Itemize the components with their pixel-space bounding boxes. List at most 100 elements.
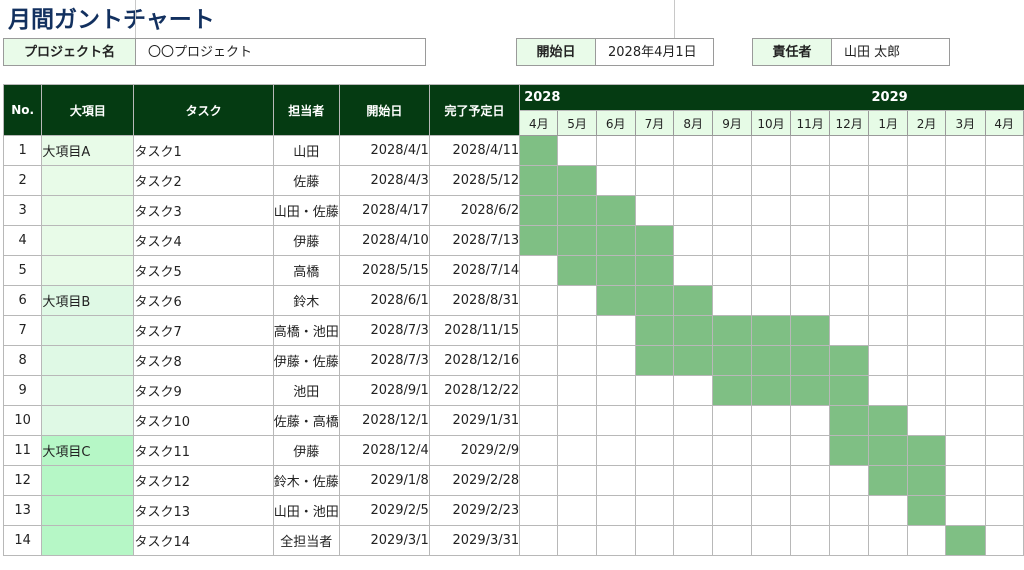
gantt-bar-cell[interactable] — [750, 375, 792, 406]
gantt-cell[interactable] — [673, 195, 714, 226]
gantt-cell[interactable] — [945, 225, 986, 256]
gantt-cell[interactable] — [945, 495, 986, 526]
gantt-bar-cell[interactable] — [557, 255, 597, 286]
task-row[interactable]: 14 タスク14 全担当者 2029/3/1 2029/3/31 — [2, 525, 1024, 556]
row-assignee[interactable]: 伊藤 — [272, 435, 340, 466]
gantt-cell[interactable] — [634, 465, 675, 496]
gantt-bar-cell[interactable] — [519, 135, 559, 166]
gantt-cell[interactable] — [790, 435, 830, 466]
gantt-cell[interactable] — [557, 465, 597, 496]
row-category[interactable] — [41, 495, 135, 526]
gantt-bar-cell[interactable] — [828, 345, 870, 376]
task-row[interactable]: 4 タスク4 伊藤 2028/4/10 2028/7/13 — [2, 225, 1024, 256]
gantt-cell[interactable] — [595, 315, 636, 346]
gantt-bar-cell[interactable] — [519, 195, 559, 226]
row-task[interactable]: タスク8 — [133, 345, 274, 376]
gantt-cell[interactable] — [673, 465, 714, 496]
gantt-cell[interactable] — [945, 255, 986, 286]
row-no[interactable]: 5 — [2, 255, 43, 286]
row-category[interactable] — [41, 375, 135, 406]
gantt-cell[interactable] — [557, 495, 597, 526]
gantt-cell[interactable] — [712, 225, 752, 256]
gantt-cell[interactable] — [828, 285, 870, 316]
gantt-bar-cell[interactable] — [790, 315, 830, 346]
gantt-cell[interactable] — [712, 255, 752, 286]
row-no[interactable]: 2 — [2, 165, 43, 196]
row-task[interactable]: タスク2 — [133, 165, 274, 196]
gantt-cell[interactable] — [750, 405, 792, 436]
gantt-cell[interactable] — [712, 495, 752, 526]
gantt-cell[interactable] — [750, 255, 792, 286]
gantt-cell[interactable] — [595, 525, 636, 556]
gantt-cell[interactable] — [906, 165, 947, 196]
gantt-cell[interactable] — [984, 375, 1024, 406]
gantt-cell[interactable] — [906, 345, 947, 376]
row-no[interactable]: 10 — [2, 405, 43, 436]
gantt-cell[interactable] — [868, 255, 908, 286]
gantt-bar-cell[interactable] — [750, 345, 792, 376]
row-start-date[interactable]: 2028/4/10 — [338, 225, 430, 256]
gantt-cell[interactable] — [868, 225, 908, 256]
gantt-bar-cell[interactable] — [712, 345, 752, 376]
task-row[interactable]: 8 タスク8 伊藤・佐藤 2028/7/3 2028/12/16 — [2, 345, 1024, 376]
row-category[interactable] — [41, 225, 135, 256]
row-start-date[interactable]: 2028/5/15 — [338, 255, 430, 286]
row-no[interactable]: 6 — [2, 285, 43, 316]
row-category[interactable] — [41, 255, 135, 286]
gantt-cell[interactable] — [984, 135, 1024, 166]
row-assignee[interactable]: 高橋・池田 — [272, 315, 340, 346]
row-category[interactable] — [41, 525, 135, 556]
task-row[interactable]: 1 大項目A タスク1 山田 2028/4/1 2028/4/11 — [2, 135, 1024, 166]
gantt-cell[interactable] — [906, 135, 947, 166]
gantt-bar-cell[interactable] — [906, 465, 947, 496]
gantt-cell[interactable] — [828, 255, 870, 286]
task-row[interactable]: 5 タスク5 高橋 2028/5/15 2028/7/14 — [2, 255, 1024, 286]
gantt-cell[interactable] — [868, 345, 908, 376]
gantt-cell[interactable] — [750, 435, 792, 466]
row-assignee[interactable]: 伊藤 — [272, 225, 340, 256]
gantt-bar-cell[interactable] — [712, 375, 752, 406]
row-start-date[interactable]: 2028/4/3 — [338, 165, 430, 196]
gantt-cell[interactable] — [673, 435, 714, 466]
gantt-cell[interactable] — [984, 165, 1024, 196]
row-task[interactable]: タスク6 — [133, 285, 274, 316]
row-end-date[interactable]: 2028/4/11 — [428, 135, 521, 166]
gantt-cell[interactable] — [790, 465, 830, 496]
gantt-cell[interactable] — [906, 315, 947, 346]
gantt-cell[interactable] — [595, 375, 636, 406]
row-task[interactable]: タスク13 — [133, 495, 274, 526]
gantt-bar-cell[interactable] — [790, 375, 830, 406]
gantt-cell[interactable] — [828, 315, 870, 346]
row-start-date[interactable]: 2028/12/1 — [338, 405, 430, 436]
gantt-cell[interactable] — [868, 375, 908, 406]
row-category[interactable] — [41, 165, 135, 196]
row-end-date[interactable]: 2029/2/9 — [428, 435, 521, 466]
gantt-cell[interactable] — [984, 345, 1024, 376]
row-assignee[interactable]: 伊藤・佐藤 — [272, 345, 340, 376]
row-task[interactable]: タスク9 — [133, 375, 274, 406]
row-task[interactable]: タスク1 — [133, 135, 274, 166]
gantt-cell[interactable] — [945, 135, 986, 166]
row-no[interactable]: 4 — [2, 225, 43, 256]
gantt-cell[interactable] — [712, 435, 752, 466]
row-assignee[interactable]: 高橋 — [272, 255, 340, 286]
start-date-field[interactable]: 2028年4月1日 — [596, 38, 714, 66]
row-no[interactable]: 11 — [2, 435, 43, 466]
gantt-bar-cell[interactable] — [634, 225, 675, 256]
row-no[interactable]: 3 — [2, 195, 43, 226]
row-start-date[interactable]: 2028/4/17 — [338, 195, 430, 226]
gantt-bar-cell[interactable] — [634, 345, 675, 376]
gantt-cell[interactable] — [595, 165, 636, 196]
gantt-cell[interactable] — [790, 495, 830, 526]
gantt-cell[interactable] — [828, 525, 870, 556]
gantt-cell[interactable] — [673, 255, 714, 286]
gantt-cell[interactable] — [828, 165, 870, 196]
gantt-cell[interactable] — [634, 495, 675, 526]
gantt-cell[interactable] — [790, 285, 830, 316]
gantt-bar-cell[interactable] — [673, 285, 714, 316]
row-assignee[interactable]: 鈴木 — [272, 285, 340, 316]
gantt-cell[interactable] — [984, 435, 1024, 466]
gantt-cell[interactable] — [945, 315, 986, 346]
gantt-cell[interactable] — [673, 375, 714, 406]
gantt-cell[interactable] — [519, 375, 559, 406]
